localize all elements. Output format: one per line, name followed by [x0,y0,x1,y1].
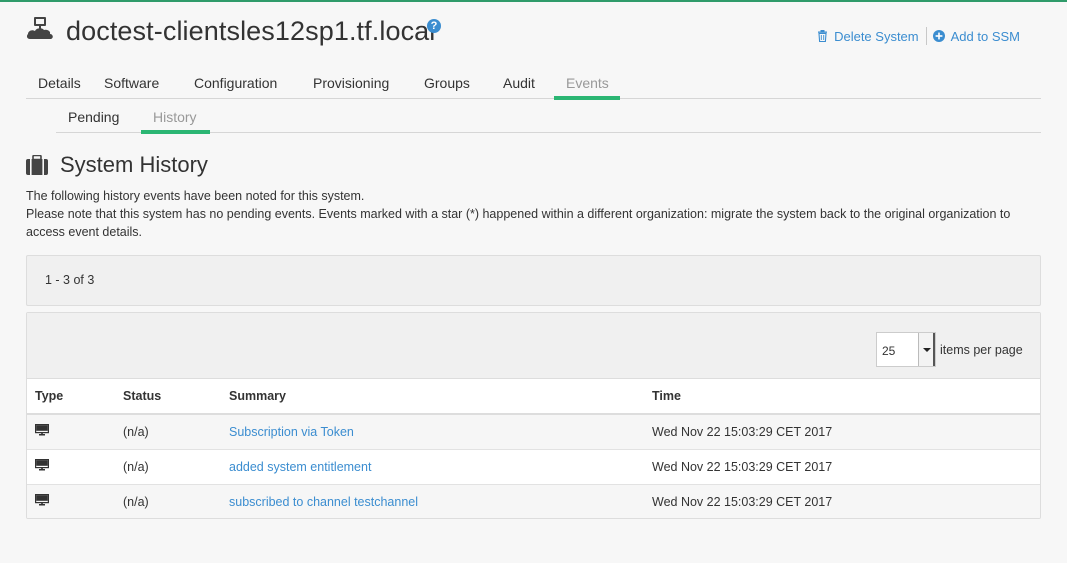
table-row: (n/a) Subscription via Token Wed Nov 22 … [27,414,1040,450]
items-per-page-select[interactable]: 25 [876,332,936,367]
suitcase-icon [26,155,48,175]
tab-details[interactable]: Details [26,72,92,99]
description-line-1: The following history events have been n… [26,189,365,203]
time-cell: Wed Nov 22 15:03:29 CET 2017 [644,414,1040,450]
add-to-ssm-link[interactable]: Add to SSM [932,28,1020,44]
type-cell [27,484,115,518]
system-tabs: Details Software Configuration Provision… [26,72,1041,100]
summary-cell: Subscription via Token [221,414,644,450]
history-table-panel: 25 items per page Type Status Summary Ti… [26,312,1041,519]
action-divider [925,27,927,45]
type-cell [27,414,115,450]
status-cell: (n/a) [115,414,221,450]
tab-events[interactable]: Events [554,72,620,100]
page-header: doctest-clientsles12sp1.tf.local ? Delet… [26,14,1041,54]
history-description: The following history events have been n… [26,187,1046,241]
type-cell [27,449,115,485]
header-status[interactable]: Status [115,379,221,415]
items-per-page-value: 25 [882,344,896,358]
tab-groups[interactable]: Groups [412,72,491,99]
tab-audit[interactable]: Audit [491,72,554,99]
delete-system-link[interactable]: Delete System [817,29,919,44]
system-server-icon [26,17,54,43]
section-title: System History [60,152,208,177]
table-row: (n/a) subscribed to channel testchannel … [27,484,1040,518]
items-per-page-label: items per page [940,343,1023,357]
status-cell: (n/a) [115,449,221,485]
pager-range: 1 - 3 of 3 [45,273,95,287]
summary-cell: subscribed to channel testchannel [221,484,644,518]
event-summary-link[interactable]: Subscription via Token [229,425,354,439]
add-to-ssm-label: Add to SSM [950,28,1020,44]
plus-circle-icon [932,30,945,42]
header-summary[interactable]: Summary [221,379,644,415]
top-accent-line [0,0,1067,2]
history-table: Type Status Summary Time (n/a) Subscript… [27,379,1040,518]
chevron-down-icon[interactable] [918,333,935,366]
time-cell: Wed Nov 22 15:03:29 CET 2017 [644,484,1040,518]
table-header-row: Type Status Summary Time [27,379,1040,415]
pager-panel: 1 - 3 of 3 [26,255,1041,306]
tab-software[interactable]: Software [92,72,182,99]
section-heading: System History [26,150,208,180]
events-subtabs: Pending History [56,106,1041,134]
subtab-history[interactable]: History [141,106,210,134]
time-cell: Wed Nov 22 15:03:29 CET 2017 [644,449,1040,485]
status-cell: (n/a) [115,484,221,518]
header-actions: Delete System Add to SSM [817,27,1020,45]
summary-cell: added system entitlement [221,449,644,485]
monitor-icon [35,459,50,471]
event-summary-link[interactable]: added system entitlement [229,460,371,474]
delete-system-label: Delete System [834,28,919,44]
header-type[interactable]: Type [27,379,115,415]
subtab-pending[interactable]: Pending [56,106,141,133]
description-line-2: Please note that this system has no pend… [26,207,1011,239]
tab-configuration[interactable]: Configuration [182,72,301,99]
question-circle-icon[interactable]: ? [427,19,441,33]
monitor-icon [35,494,50,506]
tab-provisioning[interactable]: Provisioning [301,72,412,99]
table-row: (n/a) added system entitlement Wed Nov 2… [27,449,1040,485]
table-toolbar: 25 items per page [27,313,1040,379]
event-summary-link[interactable]: subscribed to channel testchannel [229,495,418,509]
trash-icon [818,30,828,42]
monitor-icon [35,424,50,436]
page-title: doctest-clientsles12sp1.tf.local [66,16,436,46]
header-time[interactable]: Time [644,379,1040,415]
